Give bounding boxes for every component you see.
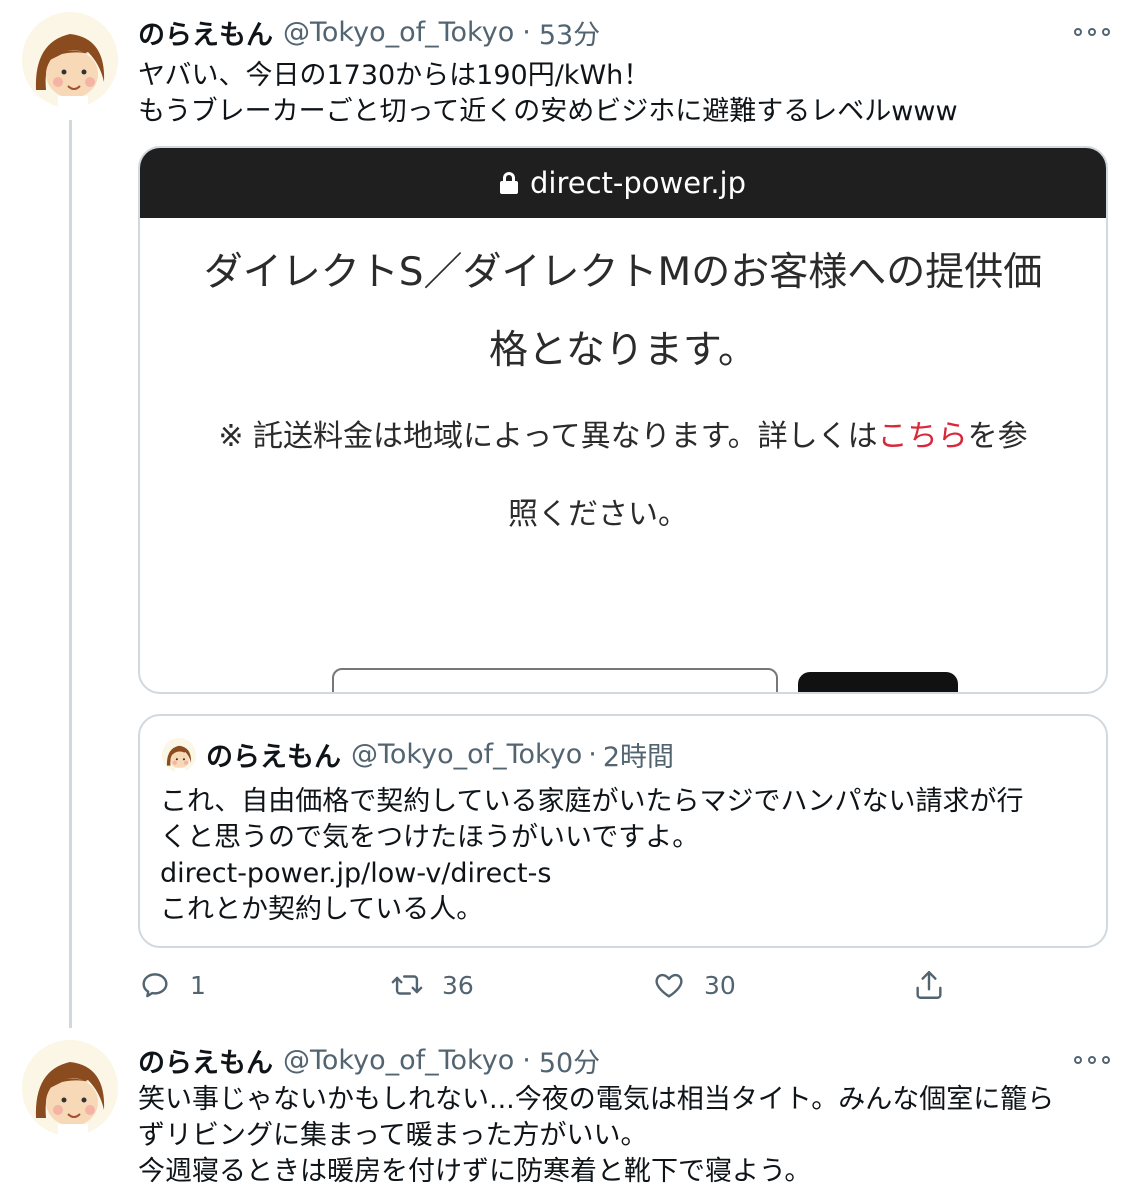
like-icon [655, 973, 683, 998]
tweet-action-bar: 1 36 30 [0, 962, 1128, 1008]
quoted-timestamp: 2時間 [602, 741, 674, 773]
fee-note: ※ 託送料金は地域によって異なります。詳しくはこちらを参 [140, 398, 1106, 476]
quoted-avatar [162, 738, 196, 772]
browser-address-bar: direct-power.jp [140, 148, 1106, 218]
user-handle[interactable]: @Tokyo_of_Tokyo [283, 17, 514, 48]
like-button[interactable]: 30 [652, 962, 736, 1008]
page-input-field [332, 668, 778, 692]
separator-dot: · [522, 16, 531, 48]
avatar[interactable] [22, 1040, 118, 1136]
separator-dot: · [522, 1044, 531, 1076]
quoted-text-line: くと思うので気をつけたほうがいいですよ。 [160, 822, 700, 853]
fee-note-suffix: を参 [967, 419, 1028, 454]
thread-connector-line [69, 120, 72, 1028]
lock-icon [499, 172, 518, 194]
display-name[interactable]: のらえもん [138, 1041, 273, 1080]
tweet-header: のらえもん @Tokyo_of_Tokyo · 50分 [138, 1040, 600, 1080]
avatar-illustration [162, 738, 196, 772]
retweet-count: 36 [442, 970, 474, 1000]
fee-note-prefix: ※ 託送料金は地域によって異なります。詳しくは [218, 419, 878, 454]
quoted-tweet-header: のらえもん @Tokyo_of_Tokyo · 2時間 [206, 734, 674, 774]
separator-dot: · [588, 738, 597, 770]
like-count: 30 [704, 970, 736, 1000]
quoted-tweet[interactable]: のらえもん @Tokyo_of_Tokyo · 2時間 これ、自由価格で契約して… [138, 714, 1108, 948]
tweet-text-line: 今週寝るときは暖房を付けずに防寒着と靴下で寝よう。 [138, 1156, 812, 1187]
fee-note-line2: 照ください。 [508, 497, 688, 532]
display-name[interactable]: のらえもん [138, 13, 273, 52]
avatar-illustration [22, 1040, 118, 1136]
tweet-text-line: 笑い事じゃないかもしれない...今夜の電気は相当タイト。みんな個室に籠ら [138, 1084, 1055, 1115]
pricing-heading-line: ダイレクトS／ダイレクトMのお客様への提供価 [203, 250, 1043, 295]
tweet-timestamp[interactable]: 53分 [539, 13, 600, 52]
retweet-icon [391, 975, 423, 995]
tweet-text-line: ヤバい、今日の1730からは190円/kWh！ [138, 60, 651, 91]
avatar-illustration [22, 12, 118, 108]
tweet-text: 笑い事じゃないかもしれない...今夜の電気は相当タイト。みんな個室に籠ら ずリビ… [138, 1082, 1054, 1190]
more-options-icon[interactable] [1074, 1050, 1110, 1070]
attached-image-card[interactable]: direct-power.jp ダイレクトS／ダイレクトMのお客様への提供価 格… [138, 146, 1108, 694]
tweet-text: ヤバい、今日の1730からは190円/kWh！ もうブレーカーごと切って近くの安… [138, 58, 958, 130]
avatar[interactable] [22, 12, 118, 108]
tweet-text-line: もうブレーカーごと切って近くの安めビジホに避難するレベルwww [138, 96, 958, 127]
quoted-user-handle: @Tokyo_of_Tokyo [351, 738, 583, 770]
tweet-timestamp[interactable]: 50分 [539, 1041, 600, 1080]
tweet-header: のらえもん @Tokyo_of_Tokyo · 53分 [138, 12, 600, 52]
pricing-heading-line: 格となります。 [489, 328, 757, 373]
quoted-display-name: のらえもん [206, 741, 341, 773]
quoted-link[interactable]: direct-power.jp/low-v/direct-s [160, 856, 1023, 892]
reply-icon [142, 973, 168, 998]
reply-button[interactable]: 1 [138, 962, 206, 1008]
here-link: こちら [877, 419, 968, 454]
page-dark-button [798, 672, 958, 692]
reply-count: 1 [190, 970, 206, 1000]
user-handle[interactable]: @Tokyo_of_Tokyo [283, 1045, 514, 1076]
retweet-button[interactable]: 36 [390, 962, 474, 1008]
share-button[interactable] [912, 962, 946, 1008]
browser-url: direct-power.jp [529, 166, 747, 200]
quoted-text-line: これとか契約している人。 [160, 894, 484, 925]
more-options-icon[interactable] [1074, 22, 1110, 42]
quoted-tweet-text: これ、自由価格で契約している家庭がいたらマジでハンパない請求が行 くと思うので気… [160, 784, 1023, 928]
webpage-content: ダイレクトS／ダイレクトMのお客様への提供価 格となります。 ※ 託送料金は地域… [140, 234, 1106, 554]
share-icon [916, 971, 942, 999]
quoted-text-line: これ、自由価格で契約している家庭がいたらマジでハンパない請求が行 [160, 786, 1024, 817]
tweet-text-line: ずリビングに集まって暖まった方がいい。 [138, 1120, 648, 1151]
